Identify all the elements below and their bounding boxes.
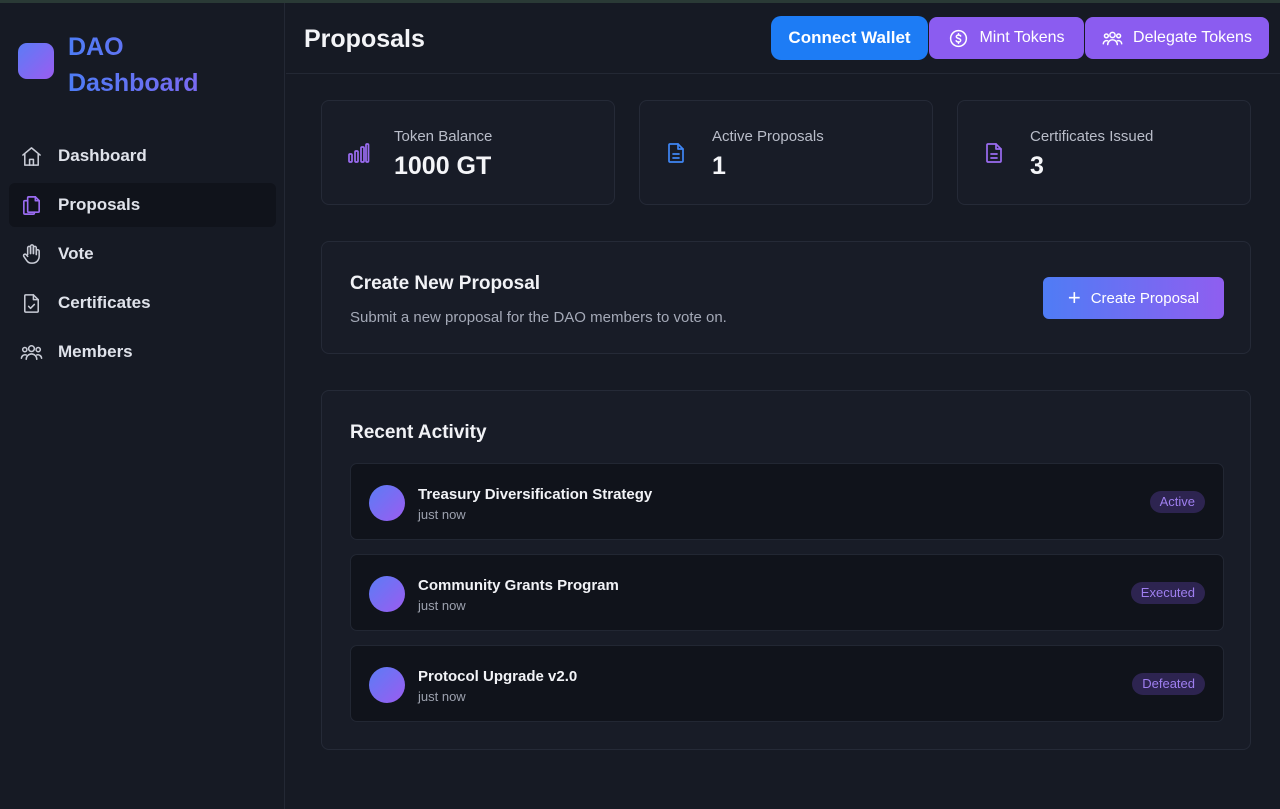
status-badge: Defeated bbox=[1132, 673, 1205, 695]
status-badge: Executed bbox=[1130, 582, 1205, 604]
create-proposal-card: Create New Proposal Submit a new proposa… bbox=[321, 241, 1251, 354]
avatar bbox=[369, 576, 405, 612]
page-title: Proposals bbox=[304, 25, 425, 53]
sidebar-item-certificates[interactable]: Certificates bbox=[9, 281, 276, 325]
stat-label: Token Balance bbox=[394, 128, 493, 145]
stat-label: Certificates Issued bbox=[1030, 128, 1154, 145]
avatar bbox=[369, 485, 405, 521]
sidebar-item-label: Certificates bbox=[58, 293, 151, 312]
sidebar: DAO Dashboard Dashboard Proposals Vote C… bbox=[0, 3, 285, 809]
create-proposal-label: Create Proposal bbox=[1090, 289, 1200, 307]
file-text-icon bbox=[664, 141, 688, 165]
sidebar-item-label: Vote bbox=[58, 244, 94, 263]
sidebar-item-label: Members bbox=[58, 342, 133, 361]
activity-title: Treasury Diversification Strategy bbox=[418, 486, 653, 503]
stat-card-active-proposals: Active Proposals 1 bbox=[639, 100, 933, 205]
top-header: Proposals Connect Wallet Mint Tokens Del… bbox=[286, 3, 1280, 74]
recent-activity-title: Recent Activity bbox=[350, 422, 487, 443]
activity-title: Protocol Upgrade v2.0 bbox=[418, 668, 578, 685]
hand-icon bbox=[19, 242, 43, 266]
stat-card-certificates-issued: Certificates Issued 3 bbox=[957, 100, 1251, 205]
stat-label: Active Proposals bbox=[712, 128, 824, 145]
sidebar-item-label: Proposals bbox=[58, 195, 141, 214]
list-item[interactable]: Protocol Upgrade v2.0 just now Defeated bbox=[350, 645, 1224, 722]
delegate-tokens-button[interactable]: Delegate Tokens bbox=[1085, 17, 1269, 59]
brand-logo bbox=[18, 43, 54, 79]
bar-chart-icon bbox=[346, 141, 370, 165]
list-item[interactable]: Community Grants Program just now Execut… bbox=[350, 554, 1224, 631]
create-proposal-title: Create New Proposal bbox=[350, 273, 541, 294]
delegate-tokens-label: Delegate Tokens bbox=[1133, 29, 1252, 46]
activity-time: just now bbox=[418, 598, 466, 613]
create-proposal-subtitle: Submit a new proposal for the DAO member… bbox=[350, 309, 727, 326]
file-check-icon bbox=[19, 291, 43, 315]
activity-title: Community Grants Program bbox=[418, 577, 619, 594]
mint-tokens-label: Mint Tokens bbox=[979, 29, 1065, 46]
mint-tokens-button[interactable]: Mint Tokens bbox=[929, 17, 1084, 59]
brand-title-line2: Dashboard bbox=[68, 69, 199, 97]
brand-title: DAO Dashboard bbox=[68, 29, 199, 101]
files-icon bbox=[19, 193, 43, 217]
connect-wallet-button[interactable]: Connect Wallet bbox=[771, 16, 928, 60]
avatar bbox=[369, 667, 405, 703]
home-icon bbox=[19, 144, 43, 168]
dollar-circle-icon bbox=[950, 29, 968, 47]
sidebar-item-label: Dashboard bbox=[58, 146, 147, 165]
sidebar-item-dashboard[interactable]: Dashboard bbox=[9, 134, 276, 178]
activity-time: just now bbox=[418, 507, 466, 522]
stat-card-token-balance: Token Balance 1000 GT bbox=[321, 100, 615, 205]
users-icon bbox=[19, 340, 43, 364]
users-icon bbox=[1102, 31, 1123, 45]
sidebar-item-proposals[interactable]: Proposals bbox=[9, 183, 276, 227]
sidebar-item-vote[interactable]: Vote bbox=[9, 232, 276, 276]
brand[interactable]: DAO Dashboard bbox=[18, 29, 199, 101]
sidebar-nav: Dashboard Proposals Vote Certificates Me… bbox=[9, 134, 276, 379]
sidebar-item-members[interactable]: Members bbox=[9, 330, 276, 374]
status-badge: Active bbox=[1149, 491, 1205, 513]
file-text-icon bbox=[982, 141, 1006, 165]
recent-activity-card: Recent Activity Treasury Diversification… bbox=[321, 390, 1251, 750]
create-proposal-button[interactable]: + Create Proposal bbox=[1043, 277, 1224, 319]
brand-title-line1: DAO bbox=[68, 33, 124, 61]
stat-value: 1 bbox=[712, 152, 726, 180]
stat-value: 1000 GT bbox=[394, 152, 492, 180]
activity-time: just now bbox=[418, 689, 466, 704]
stat-value: 3 bbox=[1030, 152, 1044, 180]
list-item[interactable]: Treasury Diversification Strategy just n… bbox=[350, 463, 1224, 540]
plus-icon: + bbox=[1067, 285, 1081, 310]
